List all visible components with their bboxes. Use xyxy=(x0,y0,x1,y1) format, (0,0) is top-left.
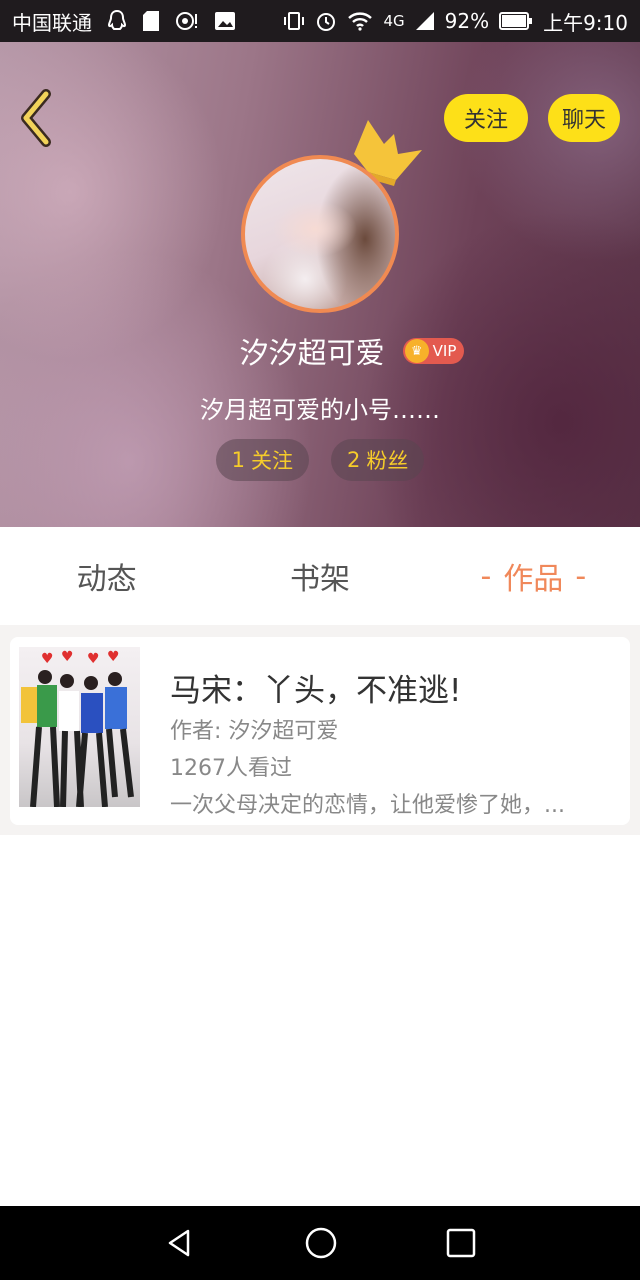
svg-text:♥: ♥ xyxy=(41,651,54,667)
list-item[interactable]: ♥ ♥ ♥ ♥ 马宋：丫头，不准逃! 作者: 汐汐超可爱 1267人看过 一次父… xyxy=(10,637,630,825)
vibrate-icon xyxy=(283,10,305,32)
following-count: 1 xyxy=(231,448,245,472)
tab-label: 作品 xyxy=(503,562,564,597)
vip-crown-icon: ♛ xyxy=(404,339,429,363)
alarm-icon xyxy=(315,10,337,32)
fans-count-pill[interactable]: 2 粉丝 xyxy=(331,439,425,481)
signal-icon xyxy=(415,11,435,31)
tab-bookshelf[interactable]: 书架 xyxy=(213,527,426,625)
vip-label: VIP xyxy=(432,342,457,360)
work-title: 马宋：丫头，不准逃! xyxy=(170,673,462,709)
tab-label: 动态 xyxy=(76,562,137,597)
svg-text:♥: ♥ xyxy=(107,649,120,665)
profile-bio: 汐月超可爱的小号…… xyxy=(200,396,440,424)
battery-percent: 92% xyxy=(444,9,490,33)
profile-tabs: 动态 书架 - 作品 - xyxy=(0,527,640,625)
book-cover: ♥ ♥ ♥ ♥ xyxy=(19,647,140,807)
carrier-name: 中国联通 xyxy=(12,10,92,35)
home-nav-icon[interactable] xyxy=(304,1226,338,1260)
stats-row: 1 关注 2 粉丝 xyxy=(0,439,640,481)
image-icon xyxy=(214,11,236,31)
avatar[interactable] xyxy=(241,155,399,313)
tab-dynamics[interactable]: 动态 xyxy=(0,527,213,625)
profile-header: 关注 聊天 汐汐超可爱 ♛ VIP 汐月超可爱的小号…… 1 关注 2 粉丝 xyxy=(0,42,640,527)
clock: 上午9:10 xyxy=(543,10,628,35)
follow-button[interactable]: 关注 xyxy=(444,94,528,142)
fans-count: 2 xyxy=(347,448,361,472)
chat-button[interactable]: 聊天 xyxy=(548,94,620,142)
back-arrow-icon xyxy=(21,89,51,147)
cover-illustration: ♥ ♥ ♥ ♥ xyxy=(21,649,134,807)
battery-icon xyxy=(499,12,533,30)
status-bar: 中国联通 4G 92% 上午9:10 xyxy=(0,0,640,42)
back-nav-icon[interactable] xyxy=(164,1227,196,1259)
hotspot-icon xyxy=(174,10,200,32)
active-tab-indicator-right: - xyxy=(575,558,587,594)
work-author: 作者: 汐汐超可爱 xyxy=(170,719,339,744)
network-type: 4G xyxy=(383,12,405,30)
work-views: 1267人看过 xyxy=(170,756,292,781)
sd-card-icon xyxy=(142,10,160,32)
username-row: 汐汐超可爱 ♛ VIP xyxy=(0,330,640,372)
back-button[interactable] xyxy=(16,88,60,148)
tab-works[interactable]: - 作品 - xyxy=(427,527,640,625)
fans-label: 粉丝 xyxy=(366,449,409,473)
vip-badge: ♛ VIP xyxy=(402,338,465,364)
qq-icon xyxy=(106,9,128,33)
following-count-pill[interactable]: 1 关注 xyxy=(215,439,309,481)
svg-text:♥: ♥ xyxy=(87,651,100,667)
svg-text:♥: ♥ xyxy=(61,649,74,665)
tab-label: 书架 xyxy=(289,562,350,597)
system-nav-bar xyxy=(0,1206,640,1280)
username: 汐汐超可爱 xyxy=(239,336,385,370)
wifi-icon xyxy=(347,11,373,31)
following-label: 关注 xyxy=(251,449,293,473)
recents-nav-icon[interactable] xyxy=(446,1228,476,1258)
active-tab-indicator-left: - xyxy=(480,558,492,594)
work-description: 一次父母决定的恋情，让他爱惨了她，... xyxy=(170,793,565,818)
